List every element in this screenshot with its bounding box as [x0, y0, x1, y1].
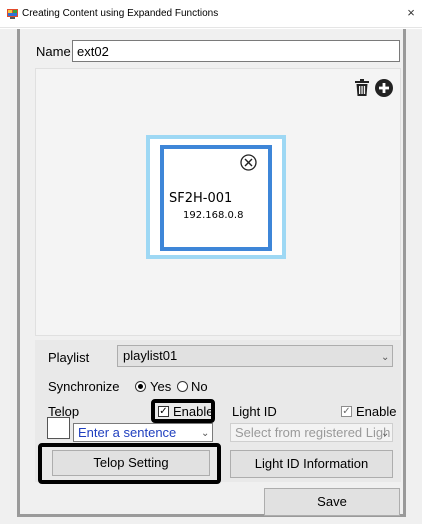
playlist-selected-value: playlist01	[123, 348, 178, 363]
app-icon	[7, 9, 18, 19]
light-id-placeholder: Select from registered Ligh	[235, 425, 391, 440]
synchronize-no-radio[interactable]	[177, 381, 188, 392]
save-label: Save	[317, 494, 347, 509]
close-window-button[interactable]: ×	[404, 6, 418, 20]
trash-icon[interactable]	[355, 79, 369, 96]
device-name: SF2H-001	[169, 191, 233, 206]
telop-sentence-select[interactable]: Enter a sentence	[73, 423, 213, 442]
light-id-enable-checkbox[interactable]: ✓	[341, 406, 352, 417]
light-id-select[interactable]: Select from registered Ligh	[230, 423, 393, 442]
telop-color-swatch[interactable]	[47, 417, 70, 439]
light-id-information-button[interactable]: Light ID Information	[230, 450, 393, 478]
light-id-information-label: Light ID Information	[254, 456, 369, 471]
telop-enable-highlight	[151, 399, 215, 423]
device-ip: 192.168.0.8	[183, 210, 244, 221]
playlist-label: Playlist	[48, 350, 90, 365]
telop-setting-highlight	[38, 443, 221, 484]
circle-x-icon[interactable]	[240, 154, 257, 171]
chevron-down-icon: ⌄	[381, 352, 390, 363]
title-bar: Creating Content using Expanded Function…	[0, 0, 422, 28]
chevron-down-icon: ⌄	[381, 428, 390, 439]
synchronize-yes-label: Yes	[150, 379, 172, 394]
synchronize-label: Synchronize	[48, 379, 120, 394]
window-title: Creating Content using Expanded Function…	[22, 8, 219, 19]
light-id-enable-label: Enable	[356, 404, 397, 419]
name-input[interactable]	[72, 40, 400, 62]
playlist-select[interactable]: playlist01	[117, 345, 393, 367]
add-circle-icon[interactable]	[375, 79, 393, 97]
name-label: Name	[36, 44, 71, 59]
telop-sentence-placeholder: Enter a sentence	[78, 425, 177, 440]
save-button[interactable]: Save	[264, 488, 400, 516]
chevron-down-icon: ⌄	[201, 428, 210, 439]
synchronize-no-label: No	[191, 379, 208, 394]
light-id-label: Light ID	[232, 404, 277, 419]
synchronize-yes-radio[interactable]	[135, 381, 146, 392]
